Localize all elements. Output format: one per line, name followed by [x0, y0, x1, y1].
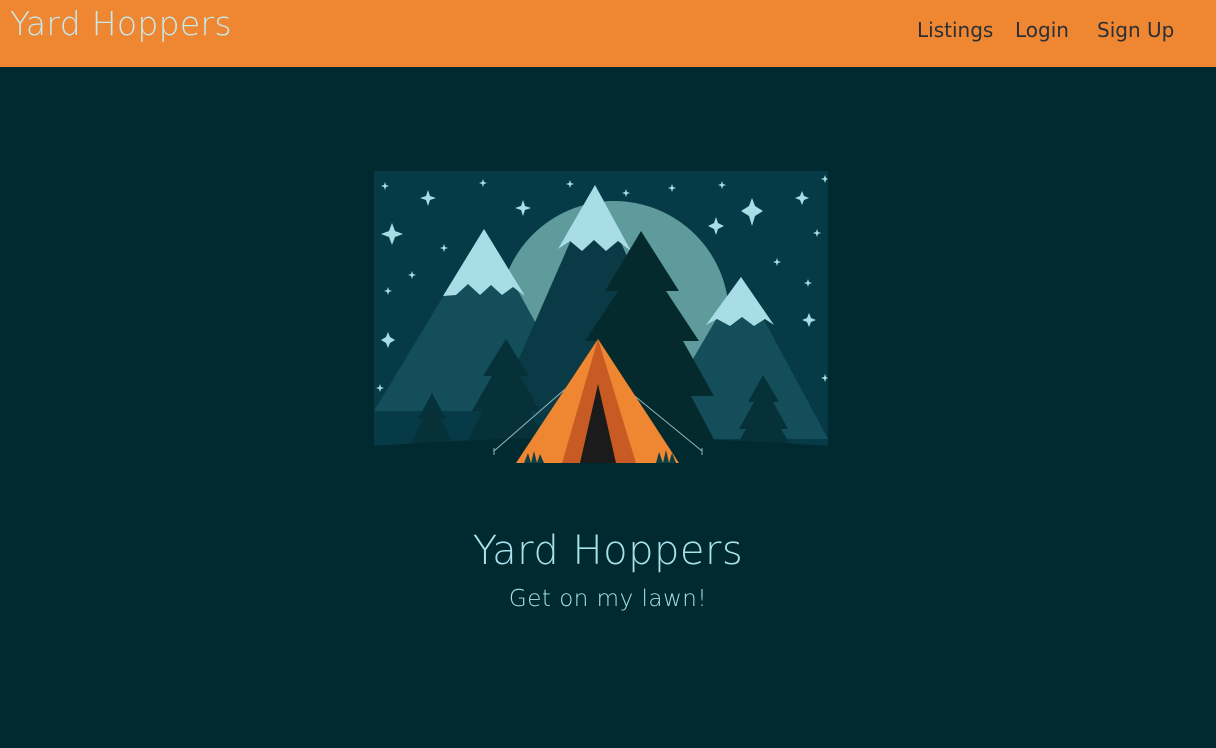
nav-link-listings[interactable]: Listings: [917, 18, 993, 42]
brand-link[interactable]: Yard Hoppers: [10, 4, 232, 43]
nav-link-login[interactable]: Login: [1015, 18, 1069, 42]
hero-title: Yard Hoppers: [472, 528, 744, 574]
nav-link-sign-up[interactable]: Sign Up: [1097, 18, 1174, 42]
camping-illustration: [374, 171, 828, 466]
navbar: Yard Hoppers Listings Login Sign Up: [0, 0, 1216, 67]
hero-tagline: Get on my lawn!: [508, 586, 708, 612]
